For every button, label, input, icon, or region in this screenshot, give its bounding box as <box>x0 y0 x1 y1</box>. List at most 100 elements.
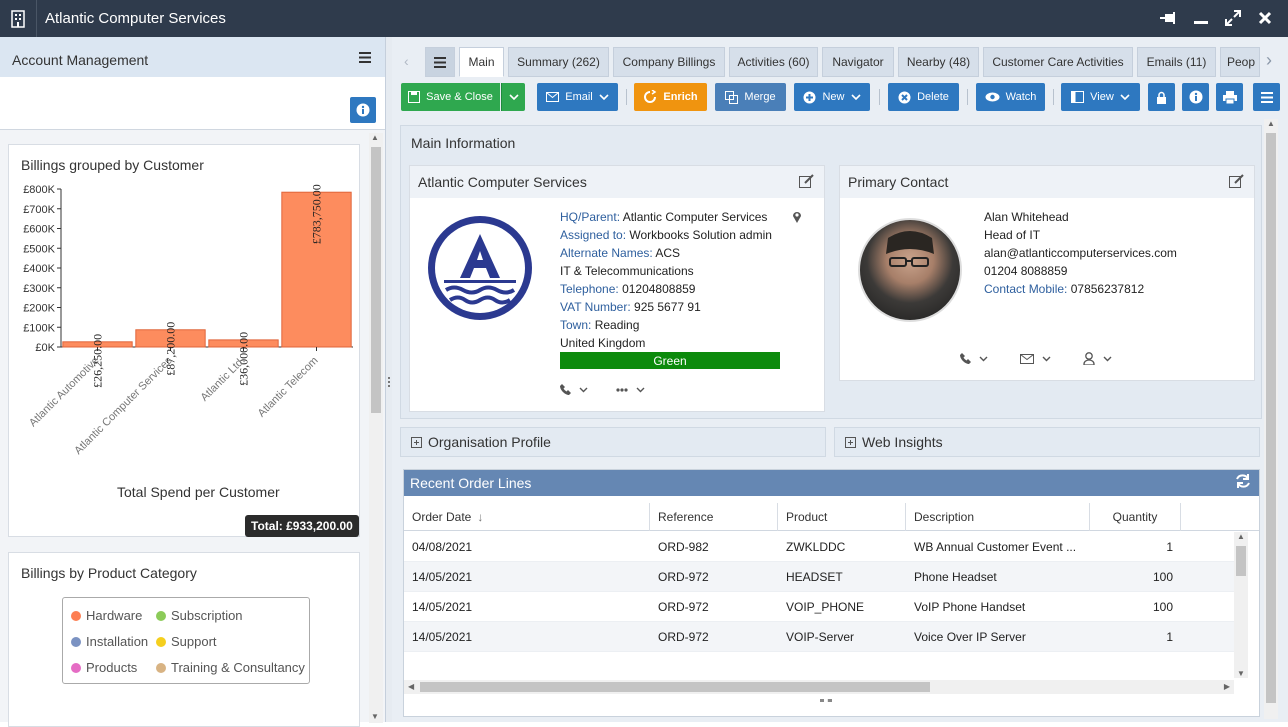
scroll-thumb[interactable] <box>1236 546 1246 576</box>
tab-customer-care-activities[interactable]: Customer Care Activities <box>983 47 1133 77</box>
window-title: Atlantic Computer Services <box>45 10 226 27</box>
save-close-button[interactable]: Save & Close <box>401 83 500 111</box>
edit-icon[interactable] <box>1229 174 1244 191</box>
tab-scroll-left-icon[interactable]: ‹ <box>404 53 409 69</box>
delete-button[interactable]: Delete <box>888 83 959 111</box>
close-icon[interactable] <box>1255 8 1275 28</box>
more-menu-button[interactable] <box>1253 83 1280 111</box>
grid-resize-grip-icon[interactable] <box>820 699 832 702</box>
scroll-up-icon[interactable]: ▲ <box>1267 119 1275 128</box>
content-scrollbar[interactable]: ▲ <box>1264 119 1278 719</box>
tab-scroll-right-icon[interactable]: › <box>1266 50 1272 71</box>
tab-main[interactable]: Main <box>459 47 504 77</box>
plus-circle-icon <box>803 91 816 103</box>
company-logo <box>426 214 534 322</box>
enrich-button[interactable]: Enrich <box>634 83 707 111</box>
scroll-up-icon[interactable]: ▲ <box>371 133 379 142</box>
more-dropdown[interactable] <box>616 384 645 395</box>
expand-icon <box>411 436 422 448</box>
cell-qty: 1 <box>1166 630 1173 644</box>
contact-email[interactable]: alan@atlanticcomputerservices.com <box>984 246 1177 260</box>
scroll-down-icon[interactable]: ▼ <box>1237 669 1245 678</box>
field-value[interactable]: 01204808859 <box>622 282 695 296</box>
save-options-dropdown[interactable] <box>501 83 525 111</box>
contact-email-dropdown[interactable] <box>1020 352 1051 365</box>
tab-emails[interactable]: Emails (11) <box>1137 47 1216 77</box>
tab-company-billings[interactable]: Company Billings <box>613 47 725 77</box>
field-value[interactable]: Atlantic Computer Services <box>623 210 768 224</box>
left-scrollbar[interactable]: ▲ ▼ <box>369 133 383 723</box>
col-order-date[interactable]: Order Date ↓ <box>404 503 650 531</box>
map-pin-icon[interactable] <box>792 210 802 226</box>
scroll-thumb[interactable] <box>371 147 381 413</box>
web-insights-section[interactable]: Web Insights <box>834 427 1260 457</box>
contact-name[interactable]: Alan Whitehead <box>984 210 1069 224</box>
col-description[interactable]: Description <box>906 503 1090 531</box>
recent-order-lines-header: Recent Order Lines <box>404 470 1259 496</box>
window-titlebar: Atlantic Computer Services <box>0 0 1288 37</box>
col-reference[interactable]: Reference <box>650 503 778 531</box>
y-tick-label: £500K <box>23 243 55 255</box>
building-icon <box>0 0 37 37</box>
scroll-right-icon[interactable]: ▶ <box>1224 682 1230 691</box>
watch-button[interactable]: Watch <box>976 83 1045 111</box>
grid-header: Order Date ↓ Reference Product Descriptio… <box>404 503 1259 531</box>
col-product[interactable]: Product <box>778 503 906 531</box>
scroll-thumb[interactable] <box>1266 133 1276 703</box>
table-row[interactable]: 04/08/2021 ORD-982 ZWKLDDC WB Annual Custom… <box>404 532 1236 562</box>
new-button[interactable]: New <box>794 83 870 111</box>
legend-swatch <box>71 662 81 673</box>
cell-date: 14/05/2021 <box>412 570 473 584</box>
contact-phone-dropdown[interactable] <box>960 352 988 365</box>
chart-xlabel: Total Spend per Customer <box>117 484 280 500</box>
phone-dropdown[interactable] <box>560 384 588 395</box>
legend-item[interactable]: Subscription <box>156 608 243 623</box>
field-value: Workbooks Solution admin <box>629 228 772 242</box>
record-info-button[interactable] <box>1182 83 1209 111</box>
col-quantity[interactable]: Quantity <box>1090 503 1181 531</box>
legend-item[interactable]: Products <box>71 660 137 675</box>
contact-person-dropdown[interactable] <box>1083 352 1112 365</box>
maximize-icon[interactable] <box>1223 8 1243 28</box>
legend-item[interactable]: Hardware <box>71 608 142 623</box>
chevron-down-icon <box>579 387 588 392</box>
table-row[interactable]: 14/05/2021 ORD-972 VOIP_PHONE VoIP Phone Ha… <box>404 592 1236 622</box>
pin-icon[interactable] <box>1159 8 1179 28</box>
contact-phone[interactable]: 01204 8088859 <box>984 264 1067 278</box>
refresh-icon[interactable] <box>1235 473 1251 493</box>
cell-qty: 100 <box>1152 600 1173 614</box>
tab-nearby[interactable]: Nearby (48) <box>898 47 979 77</box>
organisation-panel: Atlantic Computer Services HQ/Parent: At… <box>409 165 825 412</box>
tab-activities[interactable]: Activities (60) <box>729 47 818 77</box>
merge-button[interactable]: Merge <box>715 83 786 111</box>
organisation-profile-section[interactable]: Organisation Profile <box>400 427 826 457</box>
tab-people[interactable]: Peop <box>1220 47 1260 77</box>
y-tick-label: £300K <box>23 283 55 295</box>
email-button[interactable]: Email <box>537 83 618 111</box>
scroll-down-icon[interactable]: ▼ <box>371 712 379 721</box>
grid-hscroll[interactable]: ◀ ▶ <box>404 680 1234 694</box>
edit-icon[interactable] <box>799 174 814 191</box>
scroll-left-icon[interactable]: ◀ <box>408 682 414 691</box>
print-button[interactable] <box>1216 83 1243 111</box>
table-row[interactable]: 14/05/2021 ORD-972 VOIP-Server Voice Over I… <box>404 622 1236 652</box>
legend-item[interactable]: Training & Consultancy <box>156 660 305 675</box>
field-value[interactable]: 07856237812 <box>1071 282 1144 296</box>
table-row[interactable]: 14/05/2021 ORD-972 HEADSET Phone Headset 100 <box>404 562 1236 592</box>
legend-item[interactable]: Support <box>156 634 217 649</box>
lock-button[interactable] <box>1148 83 1175 111</box>
tab-navigator[interactable]: Navigator <box>822 47 894 77</box>
col-label: Product <box>786 510 828 524</box>
scroll-up-icon[interactable]: ▲ <box>1237 532 1245 541</box>
grid-vscroll[interactable]: ▲ ▼ <box>1234 532 1248 678</box>
cell-date: 14/05/2021 <box>412 600 473 614</box>
scroll-thumb[interactable] <box>420 682 930 692</box>
legend-item[interactable]: Installation <box>71 634 148 649</box>
view-button[interactable]: View <box>1061 83 1140 111</box>
minimize-icon[interactable] <box>1191 8 1211 28</box>
hamburger-menu-icon[interactable] <box>359 50 371 68</box>
data-label: £783,750.00 <box>310 184 324 244</box>
tabs-menu-button[interactable] <box>425 47 455 77</box>
tab-summary[interactable]: Summary (262) <box>508 47 609 77</box>
info-button[interactable] <box>350 97 376 123</box>
